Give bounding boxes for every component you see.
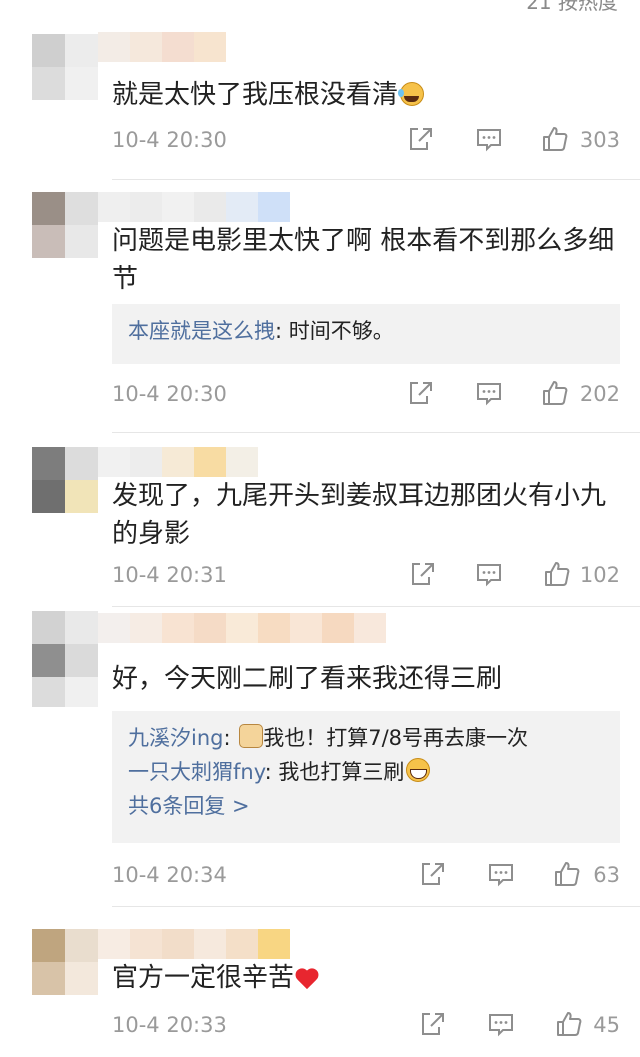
- comment-icon[interactable]: [474, 124, 504, 154]
- comment-meta: 10-4 20:31 102: [112, 559, 620, 593]
- thumbs-up-icon[interactable]: [540, 378, 570, 408]
- reply-username[interactable]: 本座就是这么拽: [128, 319, 275, 343]
- avatar[interactable]: [32, 929, 98, 995]
- username-blurred[interactable]: [98, 929, 290, 959]
- username-blurred[interactable]: [98, 32, 226, 62]
- divider: [112, 906, 640, 907]
- avatar[interactable]: [32, 34, 98, 100]
- like-count: 63: [593, 863, 620, 887]
- share-icon[interactable]: [406, 378, 436, 408]
- share-icon[interactable]: [408, 559, 438, 589]
- comment-icon[interactable]: [474, 378, 504, 408]
- reply-item: 九溪汐ing: 我也！打算7/8号再去康一次: [128, 724, 529, 750]
- share-icon[interactable]: [418, 859, 448, 889]
- like-count: 102: [579, 563, 620, 587]
- divider: [112, 606, 640, 607]
- sort-by-heat-label[interactable]: 21 按热度: [526, 0, 618, 15]
- avatar[interactable]: [32, 447, 98, 513]
- comment-text: 就是太快了我压根没看清: [112, 76, 620, 114]
- like-count: 303: [579, 128, 620, 152]
- comment-text: 问题是电影里太快了啊 根本看不到那么多细节: [112, 226, 615, 294]
- avatar[interactable]: [32, 611, 98, 677]
- comment-icon[interactable]: [486, 1009, 516, 1039]
- thumbs-up-icon[interactable]: [542, 559, 572, 589]
- avatar-blur-lower: [32, 677, 98, 707]
- thumbs-up-icon[interactable]: [554, 1009, 584, 1039]
- like-count: 202: [579, 382, 620, 406]
- timestamp: 10-4 20:34: [112, 863, 227, 887]
- comment-icon[interactable]: [486, 859, 516, 889]
- red-heart-emoji: [296, 967, 320, 989]
- username-blurred[interactable]: [98, 613, 386, 643]
- timestamp: 10-4 20:33: [112, 1013, 227, 1037]
- more-replies-link[interactable]: 共6条回复 >: [128, 789, 604, 823]
- avatar[interactable]: [32, 192, 98, 258]
- cat-emoji: [239, 724, 264, 748]
- divider: [112, 179, 640, 180]
- laughing-tears-emoji: [398, 82, 425, 106]
- reply-box[interactable]: 本座就是这么拽: 时间不够。: [112, 304, 620, 364]
- username-blurred[interactable]: [98, 192, 290, 222]
- reply-username[interactable]: 九溪汐ing: [128, 726, 223, 750]
- comment-meta: 10-4 20:30 202: [112, 378, 620, 412]
- like-count: 45: [593, 1013, 620, 1037]
- reply-text: : 我也打算三刷: [264, 760, 405, 784]
- divider: [112, 432, 640, 433]
- thumbs-up-icon[interactable]: [552, 859, 582, 889]
- reply-text: : 时间不够。: [275, 319, 394, 343]
- timestamp: 10-4 20:30: [112, 382, 227, 406]
- reply-box[interactable]: 九溪汐ing: 我也！打算7/8号再去康一次 一只大刺猬fny: 我也打算三刷 …: [112, 711, 620, 843]
- comment-icon[interactable]: [474, 559, 504, 589]
- comment-text: 发现了，九尾开头到姜叔耳边那团火有小九的身影: [112, 481, 607, 549]
- grinning-emoji: [406, 758, 431, 782]
- thumbs-up-icon[interactable]: [540, 124, 570, 154]
- share-icon[interactable]: [418, 1009, 448, 1039]
- comment-text: 官方一定很辛苦: [112, 959, 620, 997]
- comment-meta: 10-4 20:34 63: [112, 859, 620, 893]
- share-icon[interactable]: [406, 124, 436, 154]
- comment-text: 好，今天刚二刷了看来我还得三刷: [112, 664, 503, 694]
- reply-item: 一只大刺猬fny: 我也打算三刷: [128, 755, 604, 789]
- timestamp: 10-4 20:31: [112, 563, 227, 587]
- comment-meta: 10-4 20:33 45: [112, 1009, 620, 1043]
- username-blurred[interactable]: [98, 447, 258, 477]
- reply-username[interactable]: 一只大刺猬fny: [128, 760, 265, 784]
- reply-item: 本座就是这么拽: 时间不够。: [128, 314, 604, 348]
- reply-text: 我也！打算7/8号再去康一次: [263, 726, 529, 750]
- timestamp: 10-4 20:30: [112, 128, 227, 152]
- comment-meta: 10-4 20:30 303: [112, 124, 620, 158]
